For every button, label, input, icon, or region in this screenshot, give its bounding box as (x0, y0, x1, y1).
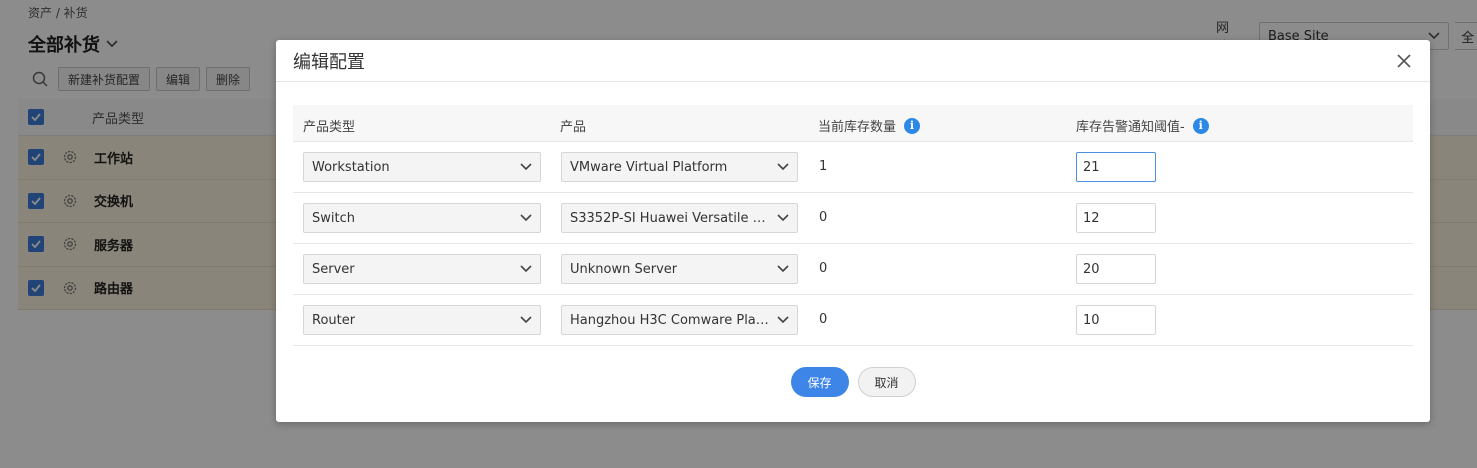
threshold-input[interactable] (1076, 254, 1156, 284)
config-table-header: 产品类型 产品 当前库存数量 i 库存告警通知阈值- i (293, 105, 1413, 142)
chevron-down-icon (777, 265, 789, 273)
threshold-input[interactable] (1076, 305, 1156, 335)
product-select[interactable]: Unknown Server (561, 254, 798, 284)
config-row: Server Unknown Server 0 (293, 244, 1413, 295)
chevron-down-icon (520, 214, 532, 222)
chevron-down-icon (777, 163, 789, 171)
current-qty: 0 (819, 210, 828, 225)
chevron-down-icon (520, 265, 532, 273)
save-button[interactable]: 保存 (790, 367, 849, 397)
header-product-type: 产品类型 (303, 120, 356, 135)
header-threshold: 库存告警通知阈值- i (1076, 116, 1209, 135)
config-row: Router Hangzhou H3C Comware Platform 0 (293, 295, 1413, 346)
dialog-title: 编辑配置 (293, 51, 365, 73)
product-type-select[interactable]: Router (303, 305, 541, 335)
cancel-button[interactable]: 取消 (857, 367, 916, 397)
threshold-input[interactable] (1076, 152, 1156, 182)
dialog-header: 编辑配置 (276, 40, 1430, 82)
product-select[interactable]: VMware Virtual Platform (561, 152, 798, 182)
dialog-footer: 保存 取消 (276, 367, 1430, 397)
current-qty: 0 (819, 312, 828, 327)
close-icon[interactable] (1394, 51, 1414, 71)
chevron-down-icon (520, 163, 532, 171)
product-type-select[interactable]: Workstation (303, 152, 541, 182)
product-select[interactable]: Hangzhou H3C Comware Platform (561, 305, 798, 335)
info-icon[interactable]: i (904, 117, 921, 134)
product-select[interactable]: S3352P-SI Huawei Versatile Routing Platf… (561, 203, 798, 233)
current-qty: 0 (819, 261, 828, 276)
header-product: 产品 (560, 120, 587, 135)
edit-config-dialog: 编辑配置 产品类型 产品 当前库存数量 i 库存告警通知阈值- i Workst… (276, 40, 1430, 422)
threshold-input[interactable] (1076, 203, 1156, 233)
info-icon[interactable]: i (1192, 117, 1209, 134)
chevron-down-icon (520, 316, 532, 324)
config-row: Switch S3352P-SI Huawei Versatile Routin… (293, 193, 1413, 244)
product-type-select[interactable]: Server (303, 254, 541, 284)
config-table: 产品类型 产品 当前库存数量 i 库存告警通知阈值- i Workstation… (293, 105, 1413, 346)
chevron-down-icon (777, 316, 789, 324)
header-current-qty: 当前库存数量 i (818, 116, 921, 135)
product-type-select[interactable]: Switch (303, 203, 541, 233)
chevron-down-icon (777, 214, 789, 222)
current-qty: 1 (819, 159, 828, 174)
config-row: Workstation VMware Virtual Platform 1 (293, 142, 1413, 193)
